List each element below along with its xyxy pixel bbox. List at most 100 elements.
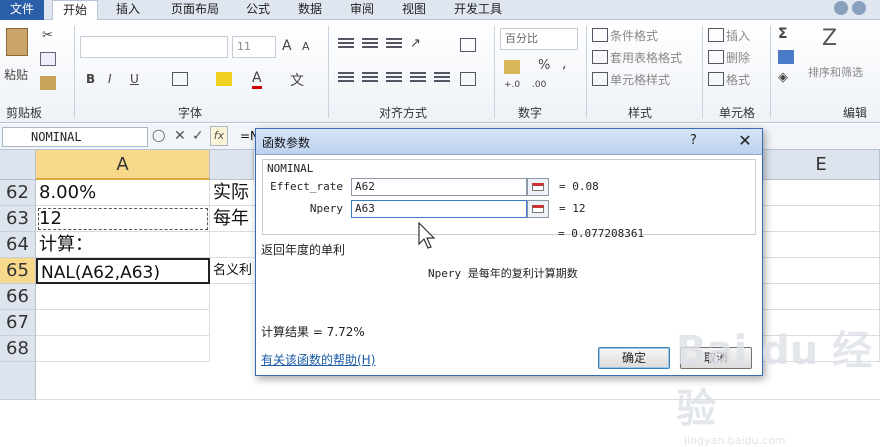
column-header-b[interactable] — [210, 150, 254, 180]
tab-formulas[interactable]: 公式 — [238, 0, 278, 20]
grow-font-icon[interactable]: A — [282, 38, 292, 54]
format-table-icon[interactable] — [592, 50, 608, 64]
cell-e65[interactable] — [763, 258, 880, 284]
conditional-format-button[interactable]: 条件格式 — [610, 27, 658, 44]
delete-cells-icon[interactable] — [708, 50, 724, 64]
tab-review[interactable]: 审阅 — [340, 0, 384, 20]
cell-a62[interactable]: 8.00% — [36, 180, 210, 206]
copy-icon[interactable] — [40, 52, 56, 66]
tab-data[interactable]: 数据 — [288, 0, 332, 20]
tab-insert[interactable]: 插入 — [108, 0, 148, 20]
paste-icon[interactable] — [6, 28, 28, 56]
collapse-dialog-icon[interactable] — [527, 178, 549, 196]
cell-a66[interactable] — [36, 284, 210, 310]
cell-a65-active[interactable]: NAL(A62,A63) — [36, 258, 210, 284]
name-box[interactable]: NOMINAL — [2, 127, 148, 147]
border-icon[interactable] — [172, 72, 188, 86]
decrease-decimal-icon[interactable]: .00 — [532, 80, 546, 90]
align-bottom-icon[interactable] — [386, 38, 402, 50]
column-header-e[interactable]: E — [763, 150, 880, 180]
align-left-icon[interactable] — [338, 72, 354, 84]
help-icon[interactable]: ? — [690, 133, 697, 148]
decrease-indent-icon[interactable] — [410, 72, 426, 84]
conditional-format-icon[interactable] — [592, 28, 608, 42]
currency-icon[interactable] — [504, 60, 520, 74]
align-right-icon[interactable] — [386, 72, 402, 84]
cell-b64[interactable] — [210, 232, 256, 258]
row-header[interactable]: 66 — [0, 284, 36, 310]
italic-button[interactable]: I — [108, 72, 112, 86]
fill-color-icon[interactable] — [216, 72, 232, 86]
cell-b63[interactable]: 每年 — [210, 206, 256, 232]
row-header[interactable]: 62 — [0, 180, 36, 206]
shrink-font-icon[interactable]: A — [302, 40, 310, 53]
number-format-dropdown[interactable]: 百分比 — [500, 28, 578, 50]
increase-indent-icon[interactable] — [434, 72, 450, 84]
tab-home[interactable]: 开始 — [52, 0, 98, 21]
phonetic-icon[interactable]: 文 — [290, 70, 304, 90]
sort-filter-icon[interactable]: Z — [822, 26, 837, 51]
format-cells-button[interactable]: 格式 — [726, 71, 750, 88]
enter-icon[interactable]: ✓ — [192, 128, 204, 144]
format-painter-icon[interactable] — [40, 76, 56, 90]
clear-icon[interactable]: ◈ — [778, 70, 788, 85]
font-color-button[interactable]: A — [252, 70, 262, 89]
cell-a64[interactable]: 计算： — [36, 232, 210, 258]
orientation-icon[interactable]: ↗ — [410, 36, 421, 51]
row-header-selected[interactable]: 65 — [0, 258, 36, 284]
cell-e62[interactable] — [763, 180, 880, 206]
sort-filter-button[interactable]: 排序和筛选 — [808, 64, 863, 80]
cancel-icon[interactable]: ✕ — [174, 128, 186, 144]
font-name-dropdown[interactable] — [80, 36, 228, 58]
row-header[interactable]: 67 — [0, 310, 36, 336]
effect-rate-input[interactable]: A62 — [351, 178, 527, 196]
cell-e63[interactable] — [763, 206, 880, 232]
increase-decimal-icon[interactable]: +.0 — [504, 80, 520, 90]
cell-a68[interactable] — [36, 336, 210, 362]
format-table-button[interactable]: 套用表格格式 — [610, 49, 682, 66]
cell-e66[interactable] — [763, 284, 880, 310]
fill-icon[interactable] — [778, 50, 794, 64]
dialog-title-bar[interactable]: 函数参数 ? ✕ — [256, 129, 762, 155]
minimize-ribbon-icon[interactable] — [852, 1, 866, 15]
tab-developer[interactable]: 开发工具 — [446, 0, 510, 20]
cell-b65[interactable]: 名义利 — [210, 258, 256, 284]
align-middle-icon[interactable] — [362, 38, 378, 50]
help-icon[interactable] — [834, 1, 848, 15]
cell-styles-icon[interactable] — [592, 72, 608, 86]
format-cells-icon[interactable] — [708, 72, 724, 86]
cell-styles-button[interactable]: 单元格样式 — [610, 71, 670, 88]
name-box-dropdown-icon[interactable]: ◯ — [152, 128, 165, 142]
function-help-link[interactable]: 有关该函数的帮助(H) — [261, 351, 375, 368]
cut-icon[interactable]: ✂ — [42, 28, 53, 43]
merge-center-icon[interactable] — [460, 72, 476, 86]
tab-view[interactable]: 视图 — [392, 0, 436, 20]
percent-button[interactable]: % — [538, 58, 550, 73]
insert-cells-button[interactable]: 插入 — [726, 27, 750, 44]
align-top-icon[interactable] — [338, 38, 354, 50]
cell-a67[interactable] — [36, 310, 210, 336]
bold-button[interactable]: B — [86, 72, 95, 86]
select-all-corner[interactable] — [0, 150, 36, 180]
npery-input[interactable]: A63 — [351, 200, 527, 218]
font-size-dropdown[interactable]: 11 — [232, 36, 276, 58]
close-icon[interactable]: ✕ — [730, 130, 760, 152]
insert-function-button[interactable]: fx — [210, 126, 228, 146]
delete-cells-button[interactable]: 删除 — [726, 49, 750, 66]
ok-button[interactable]: 确定 — [598, 347, 670, 369]
cell-a63[interactable]: 12 — [36, 206, 210, 232]
cell-e64[interactable] — [763, 232, 880, 258]
align-center-icon[interactable] — [362, 72, 378, 84]
underline-button[interactable]: U — [130, 72, 139, 86]
autosum-icon[interactable]: Σ — [778, 26, 788, 42]
row-header[interactable]: 68 — [0, 336, 36, 362]
wrap-text-icon[interactable] — [460, 38, 476, 52]
tab-file[interactable]: 文件 — [0, 0, 44, 20]
row-header[interactable]: 64 — [0, 232, 36, 258]
collapse-dialog-icon[interactable] — [527, 200, 549, 218]
insert-cells-icon[interactable] — [708, 28, 724, 42]
cell-b62[interactable]: 实际 — [210, 180, 256, 206]
column-header-a[interactable]: A — [36, 150, 210, 180]
comma-button[interactable]: , — [562, 56, 566, 72]
tab-page-layout[interactable]: 页面布局 — [160, 0, 230, 20]
